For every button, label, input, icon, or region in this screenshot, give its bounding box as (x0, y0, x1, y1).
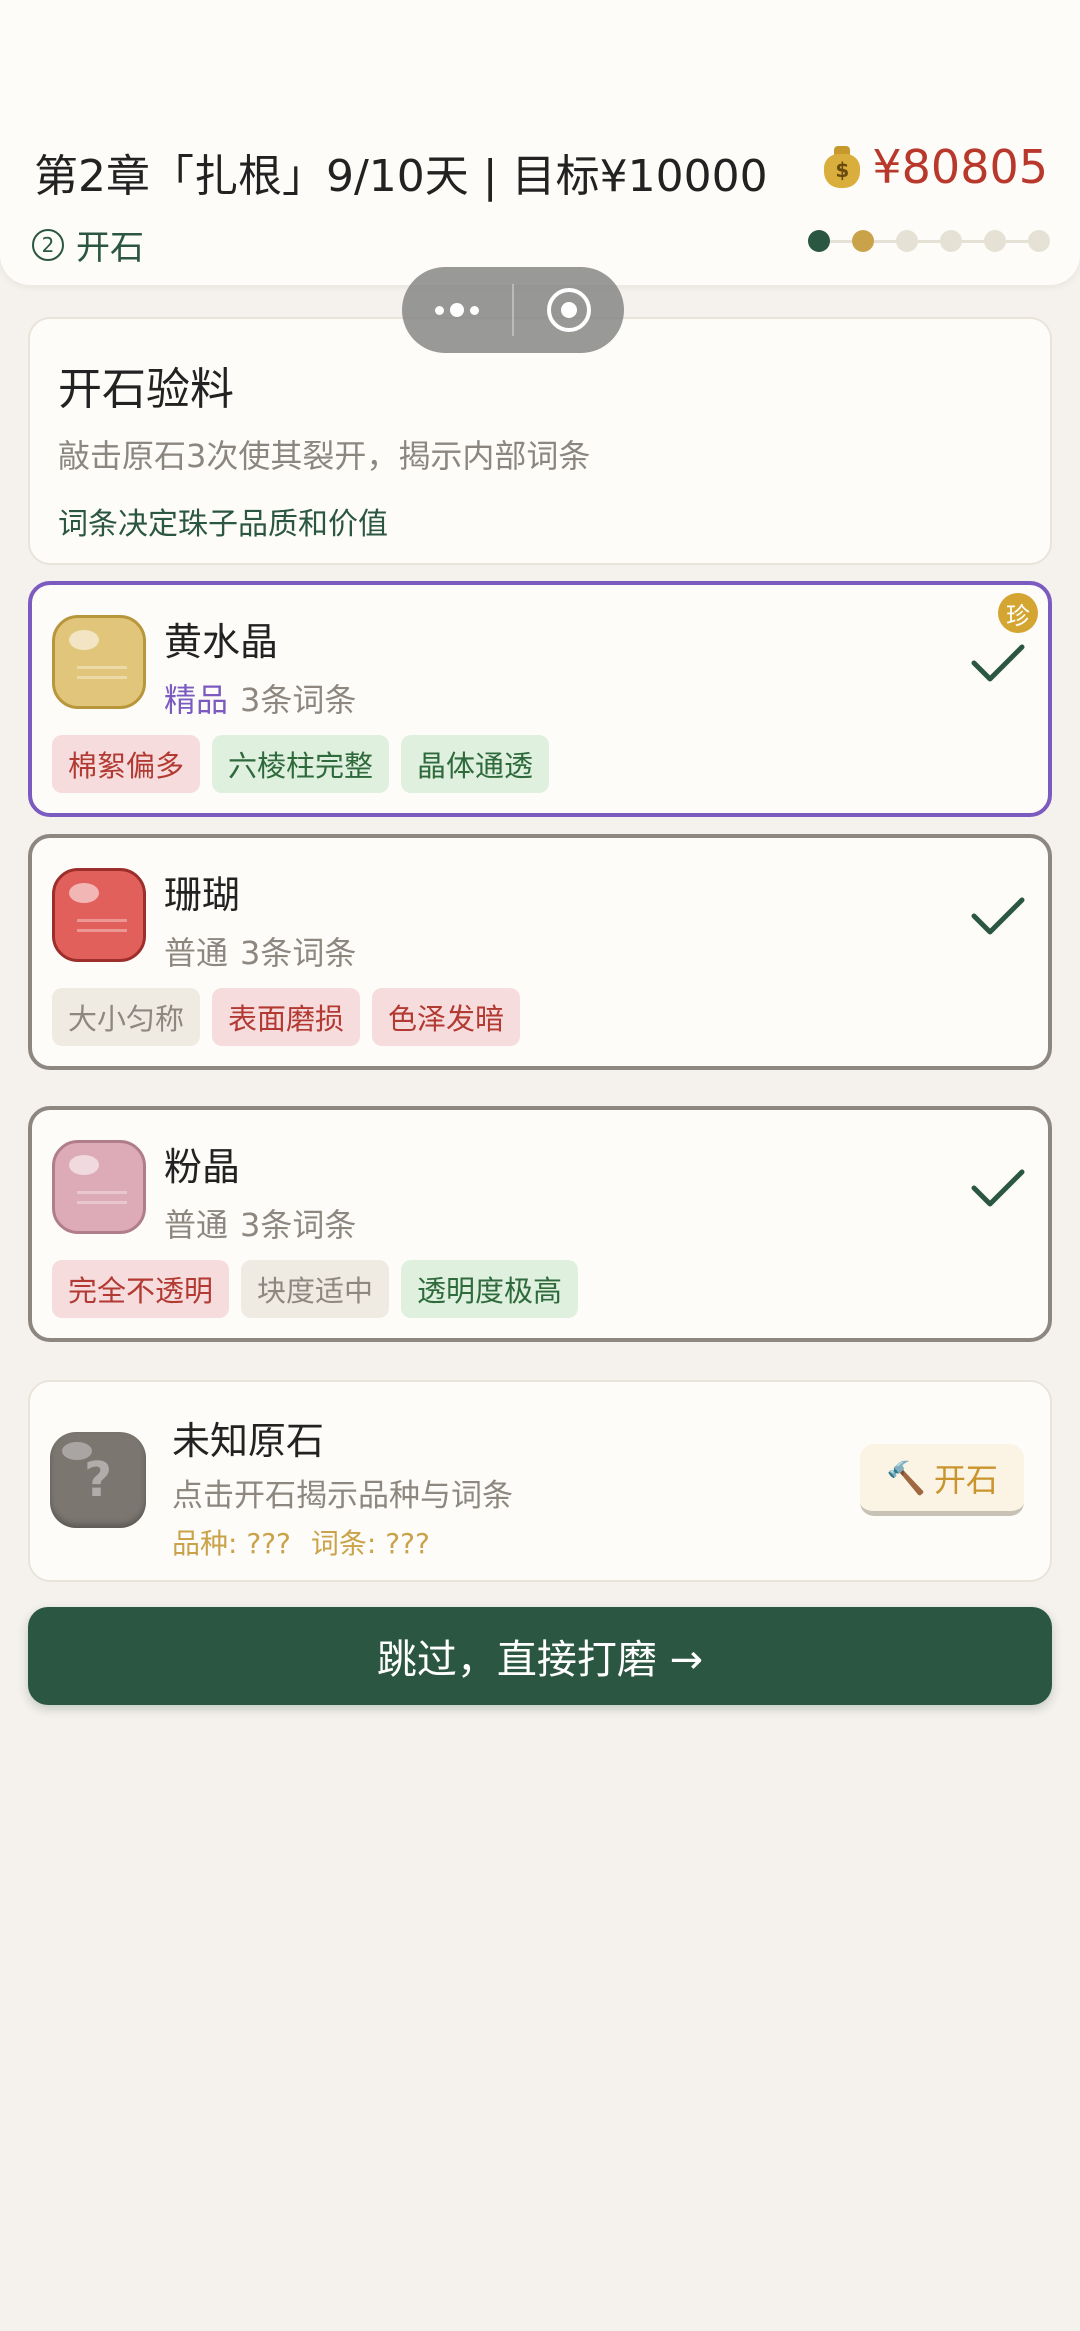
miniprogram-capsule (402, 267, 624, 353)
stone-grade: 普通 (164, 1206, 229, 1244)
trait-tag: 大小匀称 (52, 988, 201, 1046)
trait-tag: 透明度极高 (401, 1260, 579, 1318)
trait-tag: 棉絮偏多 (52, 735, 201, 793)
money-bag-icon: $ (822, 144, 862, 190)
money-amount: ¥80805 (872, 140, 1048, 194)
stone-meta: 精品 3条词条 (164, 675, 356, 721)
progress-dot (1028, 230, 1050, 252)
unknown-stone-desc: 点击开石揭示品种与词条 (172, 1478, 513, 1514)
stage-progress (808, 230, 1050, 252)
trait-tag: 表面磨损 (212, 988, 361, 1046)
info-description: 敲击原石3次使其裂开，揭示内部词条 (58, 437, 591, 475)
citrine-gem-icon (52, 615, 146, 709)
trait-count: 3条词条 (240, 681, 357, 719)
traits-unknown: 词条: ??? (310, 1527, 430, 1560)
check-icon (971, 644, 1025, 682)
trait-tags: 棉絮偏多 六棱柱完整 晶体通透 (52, 735, 550, 793)
check-icon (971, 897, 1025, 935)
hammer-icon: 🔨 (886, 1458, 926, 1497)
unknown-stone-icon: ? (50, 1432, 146, 1528)
current-stage: 2 开石 (32, 220, 144, 269)
trait-tag: 色泽发暗 (372, 988, 521, 1046)
unknown-stone-name: 未知原石 (172, 1419, 325, 1463)
trait-tag: 晶体通透 (401, 735, 550, 793)
progress-dot (940, 230, 962, 252)
variety-unknown: 品种: ??? (172, 1527, 291, 1560)
unknown-stone-card: ? 未知原石 点击开石揭示品种与词条 品种: ??? 词条: ??? 🔨 开石 (28, 1380, 1052, 1582)
trait-count: 3条词条 (240, 1206, 357, 1244)
trait-tag: 块度适中 (241, 1260, 390, 1318)
open-stone-label: 开石 (933, 1460, 998, 1499)
top-status-bar: 第2章「扎根」9/10天 | 目标¥10000 $ ¥80805 2 开石 (0, 0, 1080, 285)
open-stone-button[interactable]: 🔨 开石 (860, 1444, 1024, 1516)
trait-count: 3条词条 (240, 934, 357, 972)
coral-gem-icon (52, 868, 146, 962)
progress-dot (808, 230, 830, 252)
stone-grade: 普通 (164, 934, 229, 972)
info-card: 开石验料 敲击原石3次使其裂开，揭示内部词条 词条决定珠子品质和价值 (28, 317, 1052, 565)
stone-name: 珊瑚 (164, 873, 241, 917)
rose-quartz-gem-icon (52, 1140, 146, 1234)
check-icon (971, 1169, 1025, 1207)
money-display: $ ¥80805 (822, 140, 1048, 194)
trait-tags: 完全不透明 块度适中 透明度极高 (52, 1260, 579, 1318)
more-options-icon[interactable] (402, 303, 512, 317)
stone-card-citrine[interactable]: 黄水晶 精品 3条词条 棉絮偏多 六棱柱完整 晶体通透 珍 (28, 581, 1052, 817)
unknown-stone-attrs: 品种: ??? 词条: ??? (172, 1522, 430, 1562)
chapter-title: 第2章「扎根」9/10天 | 目标¥10000 (34, 151, 768, 202)
trait-tags: 大小匀称 表面磨损 色泽发暗 (52, 988, 521, 1046)
stone-meta: 普通 3条词条 (164, 928, 356, 974)
stone-name: 黄水晶 (164, 620, 279, 664)
close-target-icon[interactable] (514, 288, 624, 332)
trait-tag: 六棱柱完整 (212, 735, 390, 793)
stone-grade: 精品 (164, 681, 229, 719)
stage-number-icon: 2 (32, 228, 64, 261)
progress-dot (852, 230, 874, 252)
stone-card-coral[interactable]: 珊瑚 普通 3条词条 大小匀称 表面磨损 色泽发暗 (28, 834, 1052, 1070)
skip-to-polish-button[interactable]: 跳过，直接打磨 → (28, 1607, 1052, 1705)
progress-dot (896, 230, 918, 252)
rare-badge: 珍 (998, 593, 1038, 633)
info-note: 词条决定珠子品质和价值 (58, 507, 388, 542)
stone-card-rose-quartz[interactable]: 粉晶 普通 3条词条 完全不透明 块度适中 透明度极高 (28, 1106, 1052, 1342)
stone-meta: 普通 3条词条 (164, 1200, 356, 1246)
stone-name: 粉晶 (164, 1145, 241, 1189)
info-title: 开石验料 (58, 364, 234, 415)
stage-label: 开石 (76, 228, 144, 268)
progress-dot (984, 230, 1006, 252)
trait-tag: 完全不透明 (52, 1260, 230, 1318)
